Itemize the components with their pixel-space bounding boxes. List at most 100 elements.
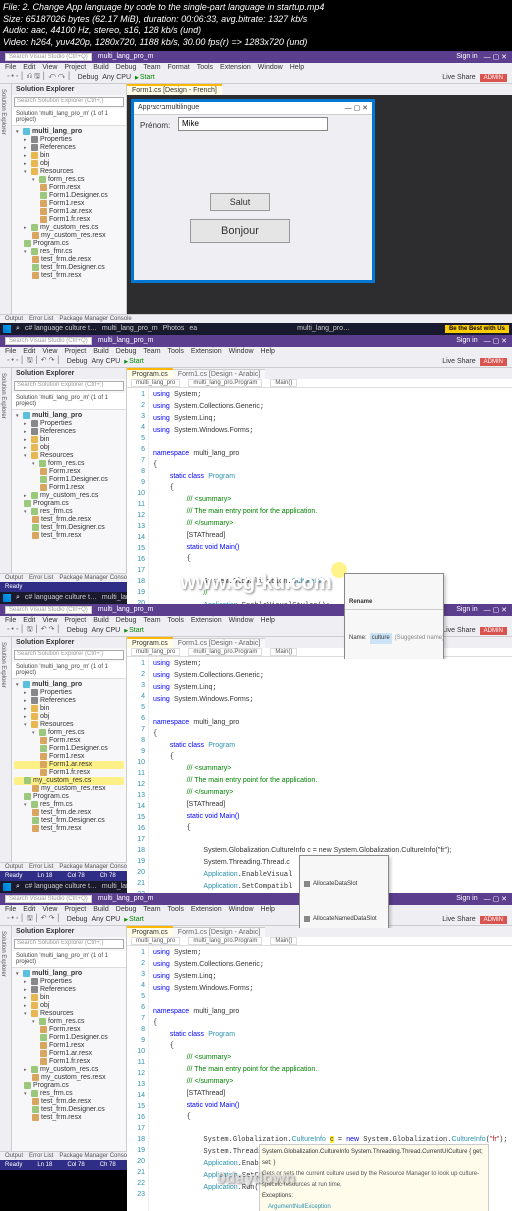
nav-project[interactable]: multi_lang_pro — [131, 379, 180, 387]
tree-item[interactable]: Form1.fr.resx — [14, 216, 124, 224]
form-designer[interactable]: Appציcביmultilingue— ▢ ✕ Prénom: Salut B… — [127, 95, 512, 314]
menu-view[interactable]: View — [42, 348, 57, 355]
menu-help[interactable]: Help — [290, 64, 304, 71]
taskbar-item[interactable]: ea — [189, 325, 197, 332]
status-col: Col 78 — [67, 873, 84, 879]
menubar: File Edit View Project Build Debug Team … — [0, 347, 512, 357]
menu-build[interactable]: Build — [93, 348, 109, 355]
menu-ext[interactable]: Extension — [191, 348, 222, 355]
menu-debug[interactable]: Debug — [116, 64, 137, 71]
tree-item[interactable]: test_frm.resx — [14, 272, 124, 280]
window-search[interactable]: Search Visual Studio (Ctrl+Q) — [5, 337, 92, 345]
explorer-search[interactable]: Search Solution Explorer (Ctrl+;) — [14, 381, 124, 391]
tree-properties[interactable]: Properties — [14, 136, 124, 144]
tab-output[interactable]: Output — [5, 316, 23, 322]
tree-resources[interactable]: Resources — [14, 168, 124, 176]
tree-item[interactable]: Form1.resx — [14, 200, 124, 208]
tree-item[interactable]: Form1.ar.resx — [14, 208, 124, 216]
solution-node[interactable]: Solution 'multi_lang_pro_m' (1 of 1 proj… — [12, 109, 126, 126]
tab-pmc[interactable]: Package Manager Console — [59, 316, 131, 322]
signin-link[interactable]: Sign in — [456, 53, 477, 60]
signin-link[interactable]: Sign in — [456, 337, 477, 344]
sidetab-explorer[interactable]: Solution Explorer — [0, 368, 12, 573]
menu-team[interactable]: Team — [143, 348, 160, 355]
tree-item[interactable]: Form.resx — [14, 184, 124, 192]
windows-taskbar: ⌕ c# language culture t… multi_lang_pro_… — [0, 323, 512, 335]
screenshot-designer: Search Visual Studio (Ctrl+Q) multi_lang… — [0, 51, 512, 335]
explorer-search[interactable]: Search Solution Explorer (Ctrl+;) — [14, 97, 124, 107]
tree-item[interactable]: Program.cs — [14, 240, 124, 248]
tree-item[interactable]: my_custom_res.cs — [14, 224, 124, 232]
rename-popup[interactable]: Rename Name: culture (Suggested name) in… — [344, 573, 444, 659]
live-share-button[interactable]: Live Share — [442, 74, 475, 81]
tree-item[interactable]: my_custom_res.resx — [14, 232, 124, 240]
taskbar-item[interactable]: Photos — [163, 325, 185, 332]
config-select[interactable]: Debug — [78, 74, 99, 81]
platform-select[interactable]: Any CPU — [91, 358, 120, 365]
window-search[interactable]: Search Visual Studio (Ctrl+Q) — [5, 53, 92, 61]
tab-form-design-ar[interactable]: Form1.cs [Design - Arabic] — [173, 369, 265, 379]
admin-badge: ADMIN — [480, 74, 507, 82]
winform[interactable]: Appציcביmultilingue— ▢ ✕ Prénom: Salut B… — [133, 101, 373, 281]
window-title: multi_lang_pro_m — [98, 53, 154, 60]
tree-item[interactable]: test_frm.de.resx — [14, 256, 124, 264]
tree-obj[interactable]: obj — [14, 160, 124, 168]
status-ch: Ch 78 — [100, 873, 116, 879]
menu-win[interactable]: Window — [229, 348, 254, 355]
menu-debug[interactable]: Debug — [116, 348, 137, 355]
menu-project[interactable]: Project — [64, 64, 86, 71]
tree-item[interactable]: Form1.Designer.cs — [14, 192, 124, 200]
menu-file[interactable]: File — [5, 348, 16, 355]
live-share-button[interactable]: Live Share — [442, 358, 475, 365]
intellisense-popup[interactable]: AllocateDataSlot AllocateNamedDataSlot B… — [299, 855, 389, 928]
config-select[interactable]: Debug — [67, 358, 88, 365]
start-button[interactable]: Start — [124, 358, 144, 365]
tree-item[interactable]: res_fmr.cs — [14, 248, 124, 256]
button-salut[interactable]: Salut — [210, 193, 270, 211]
platform-select[interactable]: Any CPU — [102, 74, 131, 81]
tooltip-summary: Gets or sets the current culture used by… — [262, 1169, 486, 1191]
tree-item[interactable]: test_frm.Designer.cs — [14, 264, 124, 272]
menu-win[interactable]: Window — [258, 64, 283, 71]
taskbar-item[interactable]: multi_lang_pro_m — [102, 325, 158, 332]
ad-banner[interactable]: Be the Best with Us — [445, 325, 509, 333]
tree-item[interactable]: form_res.cs — [14, 176, 124, 184]
rename-suggest: culture — [370, 633, 392, 644]
start-icon[interactable] — [3, 325, 11, 333]
menu-format[interactable]: Format — [168, 64, 190, 71]
tree-bin[interactable]: bin — [14, 152, 124, 160]
toolbar: ◦ • ◦ │ ⎌ 🖫 │ ↶ ↷ │ Debug Any CPU Start … — [0, 73, 512, 84]
taskbar-item[interactable]: multi_lang_pro… — [297, 325, 350, 332]
menu-team[interactable]: Team — [143, 64, 160, 71]
start-icon[interactable] — [3, 594, 11, 602]
tooltip-exceptions-label: Exceptions: — [262, 1191, 486, 1202]
explorer-title: Solution Explorer — [12, 84, 126, 95]
menu-ext[interactable]: Extension — [220, 64, 251, 71]
taskbar-item[interactable]: c# language culture t… — [25, 325, 97, 332]
nav-class[interactable]: multi_lang_pro.Program — [188, 379, 262, 387]
code-editor[interactable]: 1234567891011121314151617181920212223 us… — [127, 657, 512, 928]
menu-help[interactable]: Help — [261, 348, 275, 355]
tab-errorlist[interactable]: Error List — [29, 316, 53, 322]
menu-project[interactable]: Project — [64, 348, 86, 355]
tab-program[interactable]: Program.cs — [127, 368, 173, 379]
sidetab-explorer[interactable]: Solution Explorer — [0, 84, 12, 314]
input-prenom[interactable] — [178, 117, 328, 131]
nav-member[interactable]: Main() — [270, 379, 297, 387]
menu-tools[interactable]: Tools — [168, 348, 184, 355]
menu-edit[interactable]: Edit — [23, 348, 35, 355]
explorer-title: Solution Explorer — [12, 368, 126, 379]
menu-build[interactable]: Build — [93, 64, 109, 71]
menu-file[interactable]: File — [5, 64, 16, 71]
start-button[interactable]: Start — [135, 74, 155, 81]
menu-view[interactable]: View — [42, 64, 57, 71]
menu-tools[interactable]: Tools — [197, 64, 213, 71]
tab-form-design[interactable]: Form1.cs [Design - French] — [127, 84, 222, 95]
tree-references[interactable]: References — [14, 144, 124, 152]
menu-edit[interactable]: Edit — [23, 64, 35, 71]
button-bonjour[interactable]: Bonjour — [190, 219, 290, 243]
code-editor[interactable]: 1234567891011121314151617181920212223 us… — [127, 946, 512, 1211]
meta-audio: Audio: aac, 44100 Hz, stereo, s16, 128 k… — [3, 25, 509, 37]
project-node[interactable]: multi_lang_pro — [14, 128, 124, 136]
solution-node[interactable]: Solution 'multi_lang_pro_m' (1 of 1 proj… — [12, 393, 126, 410]
